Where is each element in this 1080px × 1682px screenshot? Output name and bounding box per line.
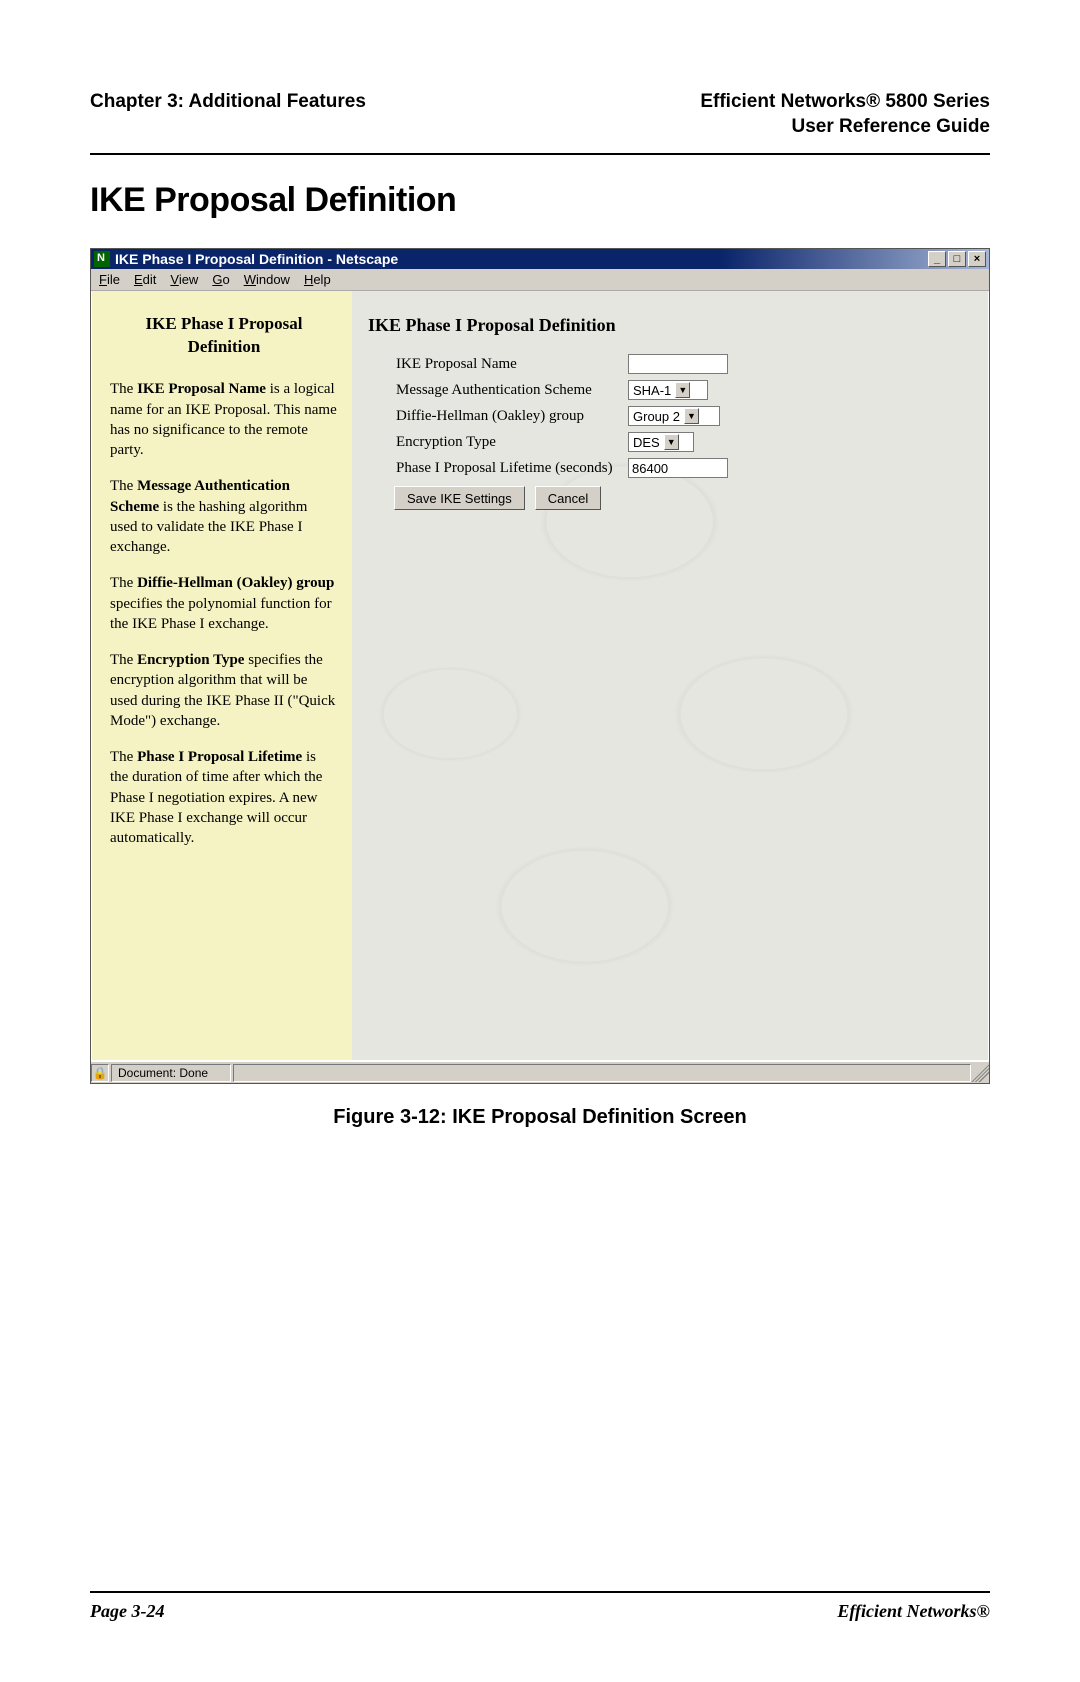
chevron-down-icon: ▼ bbox=[675, 382, 690, 398]
chevron-down-icon: ▼ bbox=[664, 434, 679, 450]
minimize-button[interactable]: _ bbox=[928, 251, 946, 267]
header-left: Chapter 3: Additional Features bbox=[90, 90, 366, 139]
statusbar: 🔒 Document: Done bbox=[91, 1061, 989, 1083]
menu-file[interactable]: File bbox=[99, 272, 120, 287]
save-button[interactable]: Save IKE Settings bbox=[394, 486, 525, 510]
header-right: Efficient Networks® 5800 Series User Ref… bbox=[700, 90, 990, 139]
status-fill bbox=[233, 1064, 971, 1082]
select-dh-value: Group 2 bbox=[633, 409, 680, 424]
resize-grip-icon[interactable] bbox=[971, 1064, 989, 1082]
sidebar-para-4: The Encryption Type specifies the encryp… bbox=[110, 650, 338, 731]
select-enc[interactable]: DES ▼ bbox=[628, 432, 694, 452]
section-title: IKE Proposal Definition bbox=[90, 181, 990, 220]
header-rule bbox=[90, 153, 990, 155]
page-footer: Page 3-24 Efficient Networks® bbox=[90, 1591, 990, 1622]
sidebar-para-1: The IKE Proposal Name is a logical name … bbox=[110, 379, 338, 460]
label-dh: Diffie-Hellman (Oakley) group bbox=[368, 408, 628, 425]
select-mas-value: SHA-1 bbox=[633, 383, 671, 398]
label-lifetime: Phase I Proposal Lifetime (seconds) bbox=[368, 460, 628, 477]
select-dh[interactable]: Group 2 ▼ bbox=[628, 406, 720, 426]
footer-left: Page 3-24 bbox=[90, 1601, 164, 1622]
maximize-button[interactable]: □ bbox=[948, 251, 966, 267]
menu-go[interactable]: Go bbox=[212, 272, 229, 287]
menu-window[interactable]: Window bbox=[244, 272, 290, 287]
titlebar: IKE Phase I Proposal Definition - Netsca… bbox=[91, 249, 989, 269]
header-right-line1: Efficient Networks® 5800 Series bbox=[700, 90, 990, 115]
menubar: File Edit View Go Window Help bbox=[91, 269, 989, 291]
chevron-down-icon: ▼ bbox=[684, 408, 699, 424]
form-heading: IKE Phase I Proposal Definition bbox=[368, 315, 970, 336]
sidebar-title: IKE Phase I Proposal Definition bbox=[110, 313, 338, 359]
sidebar-para-3: The Diffie-Hellman (Oakley) group specif… bbox=[110, 573, 338, 634]
page-header: Chapter 3: Additional Features Efficient… bbox=[90, 90, 990, 139]
browser-window: IKE Phase I Proposal Definition - Netsca… bbox=[90, 248, 990, 1084]
menu-help[interactable]: Help bbox=[304, 272, 331, 287]
security-icon: 🔒 bbox=[91, 1064, 109, 1082]
help-sidebar: IKE Phase I Proposal Definition The IKE … bbox=[92, 291, 352, 1060]
figure-caption: Figure 3-12: IKE Proposal Definition Scr… bbox=[90, 1106, 990, 1129]
label-mas: Message Authentication Scheme bbox=[368, 382, 628, 399]
sidebar-para-5: The Phase I Proposal Lifetime is the dur… bbox=[110, 747, 338, 848]
select-mas[interactable]: SHA-1 ▼ bbox=[628, 380, 708, 400]
menu-view[interactable]: View bbox=[170, 272, 198, 287]
form-panel: IKE Phase I Proposal Definition IKE Prop… bbox=[352, 291, 988, 1060]
select-enc-value: DES bbox=[633, 435, 660, 450]
close-button[interactable]: × bbox=[968, 251, 986, 267]
input-ike-name[interactable] bbox=[628, 354, 728, 374]
footer-right: Efficient Networks® bbox=[837, 1601, 990, 1622]
window-title: IKE Phase I Proposal Definition - Netsca… bbox=[115, 251, 398, 267]
sidebar-para-2: The Message Authentication Scheme is the… bbox=[110, 476, 338, 557]
cancel-button[interactable]: Cancel bbox=[535, 486, 601, 510]
status-text: Document: Done bbox=[111, 1064, 231, 1082]
input-lifetime[interactable] bbox=[628, 458, 728, 478]
menu-edit[interactable]: Edit bbox=[134, 272, 156, 287]
label-enc: Encryption Type bbox=[368, 434, 628, 451]
label-ike-name: IKE Proposal Name bbox=[368, 356, 628, 373]
header-right-line2: User Reference Guide bbox=[700, 115, 990, 140]
netscape-icon bbox=[94, 251, 110, 267]
